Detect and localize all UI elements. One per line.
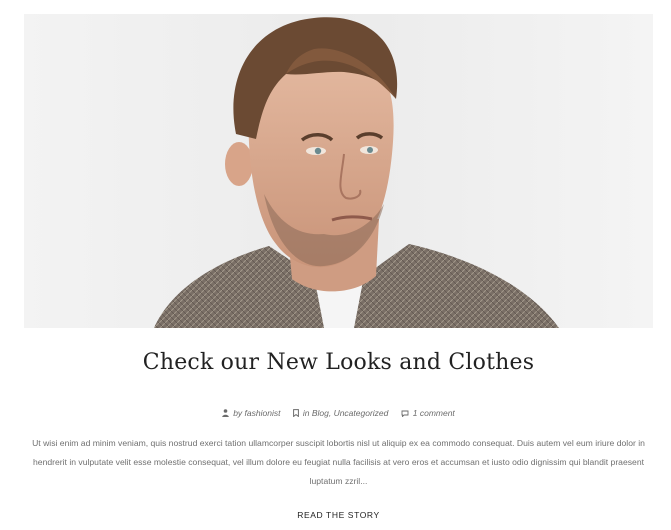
meta-author: by fashionist <box>222 408 280 419</box>
meta-comments: 1 comment <box>401 408 455 419</box>
bookmark-icon <box>292 408 299 419</box>
portrait-illustration <box>24 14 653 328</box>
comments-link[interactable]: 1 comment <box>413 408 455 418</box>
blog-post: Check our New Looks and Clothes by fashi… <box>0 0 671 530</box>
read-the-story-link[interactable]: READ THE STORY <box>24 510 653 520</box>
featured-image[interactable] <box>24 14 653 328</box>
post-meta: by fashionist in Blog, Uncategorized 1 c… <box>24 408 653 419</box>
post-title[interactable]: Check our New Looks and Clothes <box>24 350 653 375</box>
user-icon <box>222 408 230 419</box>
author-link[interactable]: by fashionist <box>233 408 280 418</box>
category-links[interactable]: Blog, Uncategorized <box>312 408 389 418</box>
post-excerpt: Ut wisi enim ad minim veniam, quis nostr… <box>32 438 645 486</box>
category-prefix: in <box>302 408 310 418</box>
comment-icon <box>401 409 409 419</box>
meta-categories: in Blog, Uncategorized <box>292 408 389 419</box>
